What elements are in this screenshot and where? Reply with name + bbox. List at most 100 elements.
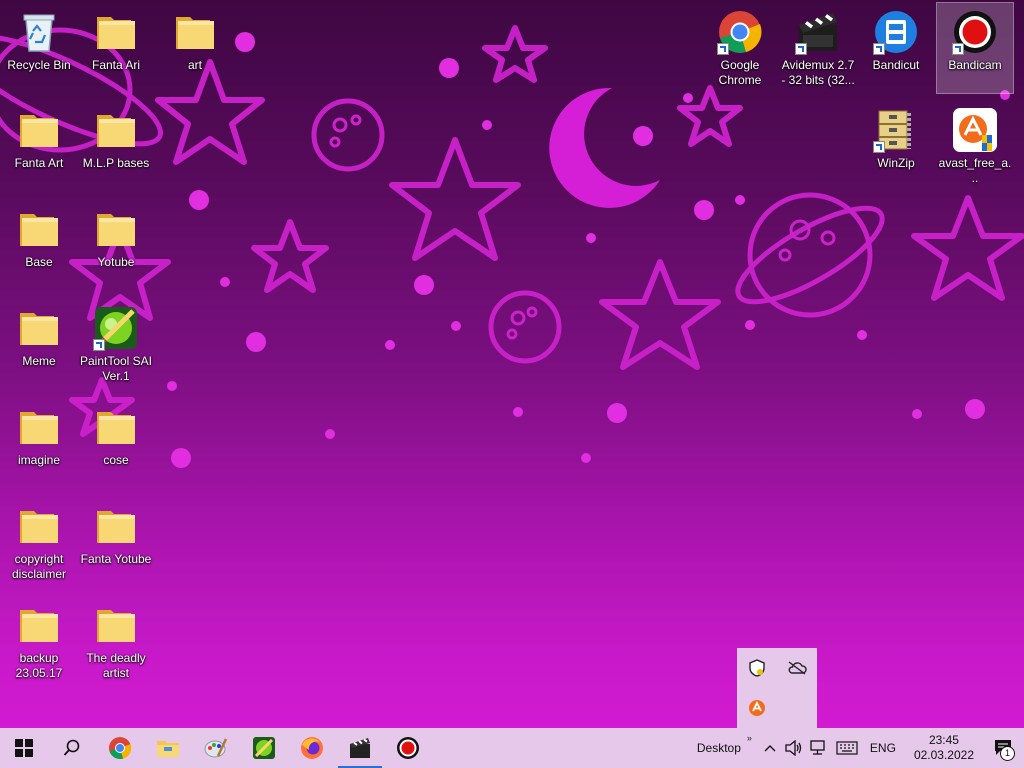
- taskbar-file-explorer[interactable]: [144, 728, 192, 768]
- network-icon: [810, 740, 825, 755]
- clock-time: 23:45: [928, 733, 959, 747]
- onedrive-offline-icon[interactable]: [777, 648, 817, 688]
- avidemux-icon: [350, 738, 370, 758]
- desktop-icon-google-chrome[interactable]: Google Chrome: [702, 3, 778, 93]
- desktop-icon-label: The deadly artist: [86, 651, 146, 680]
- desktop-icon-backup-23-05-17[interactable]: backup 23.05.17: [1, 596, 77, 686]
- start-button[interactable]: [0, 728, 48, 768]
- folder-icon: [16, 602, 62, 648]
- firefox-icon: [301, 737, 323, 759]
- desktop-icon-label: avast_free_a...: [938, 156, 1012, 185]
- taskbar-avidemux[interactable]: [336, 728, 384, 768]
- start-icon: [15, 739, 33, 757]
- desktop-icon-yotube[interactable]: Yotube: [78, 200, 154, 290]
- avast-installer-icon: [952, 107, 998, 153]
- desktop-icon-label: Meme: [22, 354, 56, 368]
- desktop-icon-label: Recycle Bin: [7, 58, 71, 72]
- clock-date: 02.03.2022: [913, 748, 974, 762]
- defender-icon[interactable]: [737, 648, 777, 688]
- desktop-icon-label: Base: [25, 255, 53, 269]
- desktop-icon-label: cose: [103, 453, 129, 467]
- bandicut-icon: [873, 9, 919, 55]
- folder-icon: [16, 404, 62, 450]
- taskbar-bandicam[interactable]: [384, 728, 432, 768]
- desktop-icon-label: Bandicam: [948, 58, 1002, 72]
- chevron-up-icon: [764, 745, 776, 752]
- bandicam-icon: [952, 9, 998, 55]
- desktop-icon-painttool-sai-ver-1[interactable]: PaintTool SAI Ver.1: [78, 299, 154, 389]
- folder-icon: [93, 602, 139, 648]
- show-hidden-icons-button[interactable]: [758, 728, 782, 768]
- avast-icon[interactable]: [737, 688, 777, 728]
- desktop-icon-label: Fanta Art: [14, 156, 64, 170]
- shortcut-arrow-icon: [873, 43, 885, 55]
- desktop-icon-base[interactable]: Base: [1, 200, 77, 290]
- shortcut-arrow-icon: [717, 43, 729, 55]
- shortcut-arrow-icon: [795, 43, 807, 55]
- desktop-icon-label: Google Chrome: [718, 58, 762, 87]
- desktop-icon-cose[interactable]: cose: [78, 398, 154, 488]
- desktop-icon-the-deadly-artist[interactable]: The deadly artist: [78, 596, 154, 686]
- volume-button[interactable]: [782, 728, 806, 768]
- keyboard-icon: [836, 741, 858, 755]
- action-center-button[interactable]: 1: [984, 728, 1024, 768]
- desktop-icon-meme[interactable]: Meme: [1, 299, 77, 389]
- desktop-icon-fanta-ari[interactable]: Fanta Ari: [78, 3, 154, 93]
- desktop-icon-art[interactable]: art: [157, 3, 233, 93]
- touch-keyboard-button[interactable]: [832, 728, 862, 768]
- shortcut-arrow-icon: [93, 339, 105, 351]
- folder-icon: [93, 107, 139, 153]
- file-explorer-icon: [157, 741, 179, 757]
- paint-icon: [204, 738, 228, 758]
- folder-icon: [16, 305, 62, 351]
- desktop-icon-recycle-bin[interactable]: Recycle Bin: [1, 3, 77, 93]
- desktop-icon-label: Avidemux 2.7 - 32 bits (32...: [781, 58, 855, 87]
- desktop-icon-label: M.L.P bases: [82, 156, 150, 170]
- desktop-icon-label: copyright disclaimer: [11, 552, 66, 581]
- desktop-icon-fanta-yotube[interactable]: Fanta Yotube: [78, 497, 154, 587]
- shortcut-arrow-icon: [873, 141, 885, 153]
- taskbar-paint[interactable]: [192, 728, 240, 768]
- desktop-icon-label: Yotube: [97, 255, 135, 269]
- clock[interactable]: 23:45 02.03.2022: [914, 733, 974, 763]
- bandicam-icon: [397, 737, 419, 759]
- painttool-sai-icon: [253, 737, 275, 759]
- shortcut-arrow-icon: [952, 43, 964, 55]
- folder-icon: [93, 206, 139, 252]
- painttool-sai-icon: [93, 305, 139, 351]
- recycle-bin-icon: [16, 9, 62, 55]
- desktop-icon-bandicam[interactable]: Bandicam: [936, 2, 1014, 94]
- taskbar-chrome[interactable]: [96, 728, 144, 768]
- desktop-icon-label: Fanta Yotube: [80, 552, 152, 566]
- folder-icon: [16, 503, 62, 549]
- network-button[interactable]: [806, 728, 832, 768]
- taskbar: Desktop » ENG 23:45 02.03.2022 1: [0, 728, 1024, 768]
- desktop-icon-label: backup 23.05.17: [15, 651, 63, 680]
- desktop-icon-winzip[interactable]: WinZip: [858, 101, 934, 191]
- desktop-icon-m-l-p-bases[interactable]: M.L.P bases: [78, 101, 154, 191]
- input-language[interactable]: ENG: [870, 741, 896, 755]
- desktop-icon-label: Fanta Ari: [91, 58, 141, 72]
- desktop-icon-label: WinZip: [877, 156, 915, 170]
- desktop-icon-label: art: [187, 58, 202, 72]
- desktop-icon-bandicut[interactable]: Bandicut: [858, 3, 934, 93]
- desktop-toolbar-label[interactable]: Desktop: [697, 741, 741, 755]
- desktop-icon-avast-free-a[interactable]: avast_free_a...: [937, 101, 1013, 191]
- search-button[interactable]: [48, 728, 96, 768]
- desktop-icon-copyright-disclaimer[interactable]: copyright disclaimer: [1, 497, 77, 587]
- desktop-icon-fanta-art[interactable]: Fanta Art: [1, 101, 77, 191]
- folder-icon: [93, 404, 139, 450]
- volume-icon: [785, 740, 802, 756]
- winzip-icon: [873, 107, 919, 153]
- notification-count-badge: 1: [1000, 746, 1015, 761]
- desktop-icon-label: Bandicut: [872, 58, 920, 72]
- folder-icon: [16, 206, 62, 252]
- folder-icon: [16, 107, 62, 153]
- toolbar-overflow-chevron-icon[interactable]: »: [747, 733, 752, 743]
- desktop-icon-label: imagine: [17, 453, 61, 467]
- taskbar-painttool-sai[interactable]: [240, 728, 288, 768]
- desktop-icon-avidemux-2-7-32-bits-32[interactable]: Avidemux 2.7 - 32 bits (32...: [780, 3, 856, 93]
- taskbar-firefox[interactable]: [288, 728, 336, 768]
- desktop-icon-imagine[interactable]: imagine: [1, 398, 77, 488]
- folder-icon: [172, 9, 218, 55]
